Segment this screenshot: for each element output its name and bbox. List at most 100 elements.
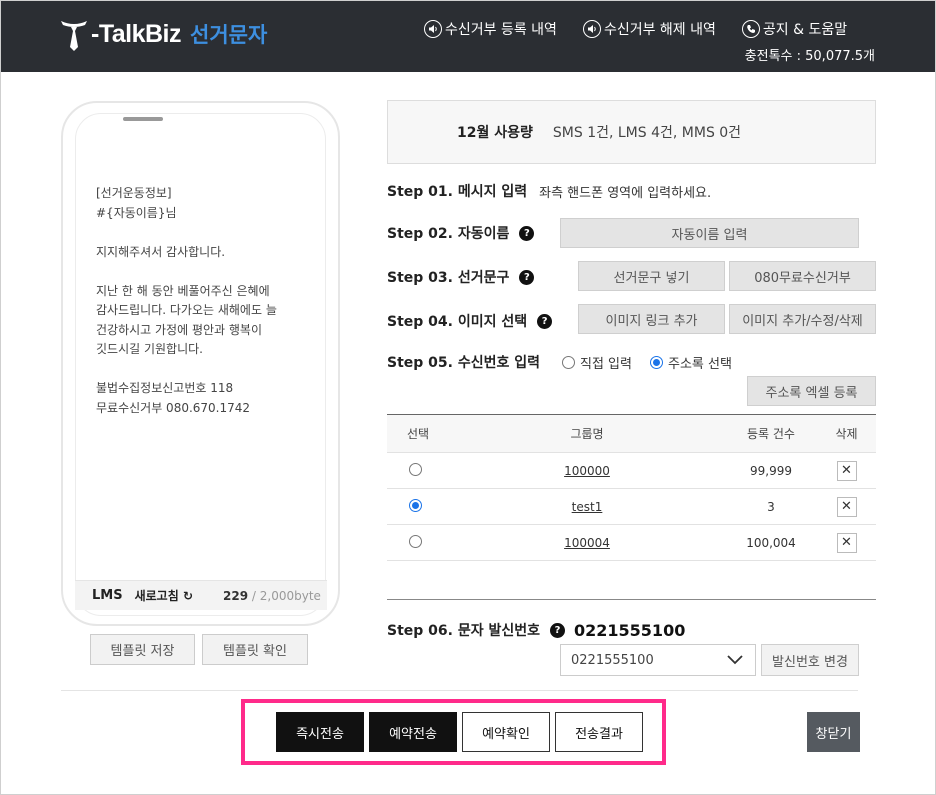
speaker-icon — [424, 20, 442, 38]
brand-subtitle: 선거문자 — [190, 23, 268, 47]
top-nav: 수신거부 등록 내역 수신거부 해제 내역 공지 & 도움말 — [424, 19, 873, 39]
group-table: 선택 그룹명 등록 건수 삭제 100000 99,999 ✕ test1 3 ✕ 1000… — [387, 414, 876, 561]
message-line: 불법수집정보신고번호 118 — [96, 381, 234, 395]
step-06: Step 06. 문자 발신번호 ? 0221555100 — [387, 620, 685, 640]
message-footer: LMS 새로고침 ↻ 229 / 2,000byte — [75, 580, 327, 610]
step-03-title: Step 03. 선거문구 — [387, 270, 510, 286]
free-reject-080-button[interactable]: 080무료수신거부 — [729, 261, 876, 291]
radio-address-book[interactable]: 주소록 선택 — [649, 353, 732, 372]
step-01: Step 01. 메시지 입력 좌측 핸드폰 영역에 입력하세요. — [387, 181, 711, 201]
table-row[interactable]: test1 3 ✕ — [387, 489, 876, 525]
charge-balance: 충전톡수 : 50,077.5개 — [744, 49, 875, 64]
close-window-button[interactable]: 창닫기 — [807, 712, 860, 752]
send-now-button[interactable]: 즉시전송 — [276, 712, 364, 752]
message-line: 깃드시길 기원합니다. — [96, 342, 203, 356]
brand-name: -TalkBiz — [91, 19, 182, 48]
refresh-label: 새로고침 — [134, 589, 179, 603]
nav-reject-release[interactable]: 수신거부 해제 내역 — [582, 19, 716, 39]
step-03: Step 03. 선거문구 ? — [387, 267, 535, 287]
step-01-title: Step 01. 메시지 입력 — [387, 184, 528, 200]
row-select-radio[interactable] — [387, 498, 449, 515]
radio-label: 직접 입력 — [580, 356, 632, 372]
step-04-title: Step 04. 이미지 선택 — [387, 314, 528, 330]
sender-number-select[interactable]: 0221555100 — [560, 644, 756, 676]
help-icon[interactable]: ? — [519, 269, 535, 285]
radio-label: 주소록 선택 — [667, 356, 732, 372]
election-phrase-button[interactable]: 선거문구 넣기 — [578, 261, 725, 291]
template-save-button[interactable]: 템플릿 저장 — [90, 634, 195, 665]
tie-logo-icon — [59, 17, 89, 51]
select-value: 0221555100 — [571, 652, 654, 668]
message-line — [96, 360, 321, 380]
byte-counter: 229 / 2,000byte — [223, 589, 321, 603]
nav-notice-help[interactable]: 공지 & 도움말 — [741, 19, 848, 39]
step-01-hint: 좌측 핸드폰 영역에 입력하세요. — [539, 185, 712, 201]
radio-circle — [409, 498, 422, 512]
row-select-radio[interactable] — [387, 534, 449, 551]
nav-label: 수신거부 해제 내역 — [603, 22, 716, 38]
help-icon[interactable]: ? — [519, 225, 535, 241]
table-row[interactable]: 100000 99,999 ✕ — [387, 453, 876, 489]
group-count: 99,999 — [750, 463, 792, 478]
speaker-icon — [582, 20, 601, 38]
reserve-check-button[interactable]: 예약확인 — [462, 712, 550, 752]
bottom-divider — [61, 690, 858, 691]
bytes-used: 229 — [223, 588, 249, 603]
radio-circle — [409, 462, 422, 476]
group-name-link[interactable]: 100004 — [564, 536, 610, 550]
address-excel-button[interactable]: 주소록 엑셀 등록 — [747, 376, 876, 406]
template-check-button[interactable]: 템플릿 확인 — [202, 634, 308, 665]
usage-value: SMS 1건, LMS 4건, MMS 0건 — [552, 125, 742, 141]
message-line: 건강하시고 가정에 평안과 행복이 — [96, 322, 263, 337]
col-select: 선택 — [406, 427, 430, 441]
image-link-button[interactable]: 이미지 링크 추가 — [578, 304, 725, 334]
step-02: Step 02. 자동이름 ? — [387, 223, 535, 243]
refresh-button[interactable]: 새로고침 ↻ — [135, 587, 193, 604]
change-sender-button[interactable]: 발신번호 변경 — [761, 644, 859, 676]
message-type: LMS — [92, 588, 123, 603]
step-06-title: Step 06. 문자 발신번호 — [387, 623, 540, 639]
delete-icon[interactable]: ✕ — [836, 532, 857, 553]
delete-icon[interactable]: ✕ — [836, 496, 857, 517]
help-icon[interactable]: ? — [550, 622, 565, 638]
message-line: 무료수신거부 080.670.1742 — [96, 400, 251, 415]
group-count: 100,004 — [746, 535, 796, 550]
message-line: 지지해주셔서 감사합니다. — [96, 244, 226, 259]
step-04: Step 04. 이미지 선택 ? — [387, 311, 553, 331]
group-count: 3 — [767, 499, 775, 514]
bytes-max: / 2,000byte — [251, 588, 321, 603]
refresh-icon: ↻ — [182, 589, 194, 603]
message-line: #{자동이름}님 — [96, 205, 177, 220]
help-icon[interactable]: ? — [537, 313, 553, 329]
usage-label: 12월 사용량 — [457, 125, 533, 141]
brand-logo[interactable]: -TalkBiz 선거문자 — [59, 17, 267, 51]
nav-label: 수신거부 등록 내역 — [445, 22, 557, 38]
radio-circle — [409, 534, 422, 548]
message-editor[interactable]: [선거운동정보] #{자동이름}님지지해주셔서 감사합니다. 지난 한 해 동안 베… — [96, 184, 321, 418]
group-name-link[interactable]: test1 — [572, 500, 603, 514]
step-02-title: Step 02. 자동이름 — [387, 226, 510, 242]
table-header: 선택 그룹명 등록 건수 삭제 — [387, 415, 876, 453]
auto-name-button[interactable]: 자동이름 입력 — [560, 218, 859, 248]
phone-icon — [741, 20, 760, 38]
monthly-usage-box: 12월 사용량 SMS 1건, LMS 4건, MMS 0건 — [387, 100, 876, 164]
message-line: 감사드립니다. 다가오는 새해에도 늘 — [96, 303, 277, 317]
step-05: Step 05. 수신번호 입력 직접 입력 주소록 선택 — [387, 352, 732, 372]
radio-circle — [562, 355, 575, 369]
message-line: [선거운동정보] — [96, 186, 172, 200]
phone-speaker-notch — [123, 117, 163, 121]
step-05-title: Step 05. 수신번호 입력 — [387, 355, 540, 371]
col-group: 그룹명 — [570, 427, 604, 441]
send-reserve-button[interactable]: 예약전송 — [369, 712, 457, 752]
radio-circle-selected — [649, 355, 663, 369]
message-line: 지난 한 해 동안 베풀어주신 은혜에 — [96, 283, 270, 298]
nav-label: 공지 & 도움말 — [762, 22, 848, 38]
nav-reject-register[interactable]: 수신거부 등록 내역 — [424, 19, 557, 39]
table-row[interactable]: 100004 100,004 ✕ — [387, 525, 876, 561]
send-result-button[interactable]: 전송결과 — [555, 712, 643, 752]
radio-direct-input[interactable]: 직접 입력 — [562, 353, 632, 372]
image-edit-button[interactable]: 이미지 추가/수정/삭제 — [729, 304, 876, 334]
row-select-radio[interactable] — [387, 462, 449, 479]
delete-icon[interactable]: ✕ — [836, 460, 857, 481]
group-name-link[interactable]: 100000 — [564, 464, 610, 478]
